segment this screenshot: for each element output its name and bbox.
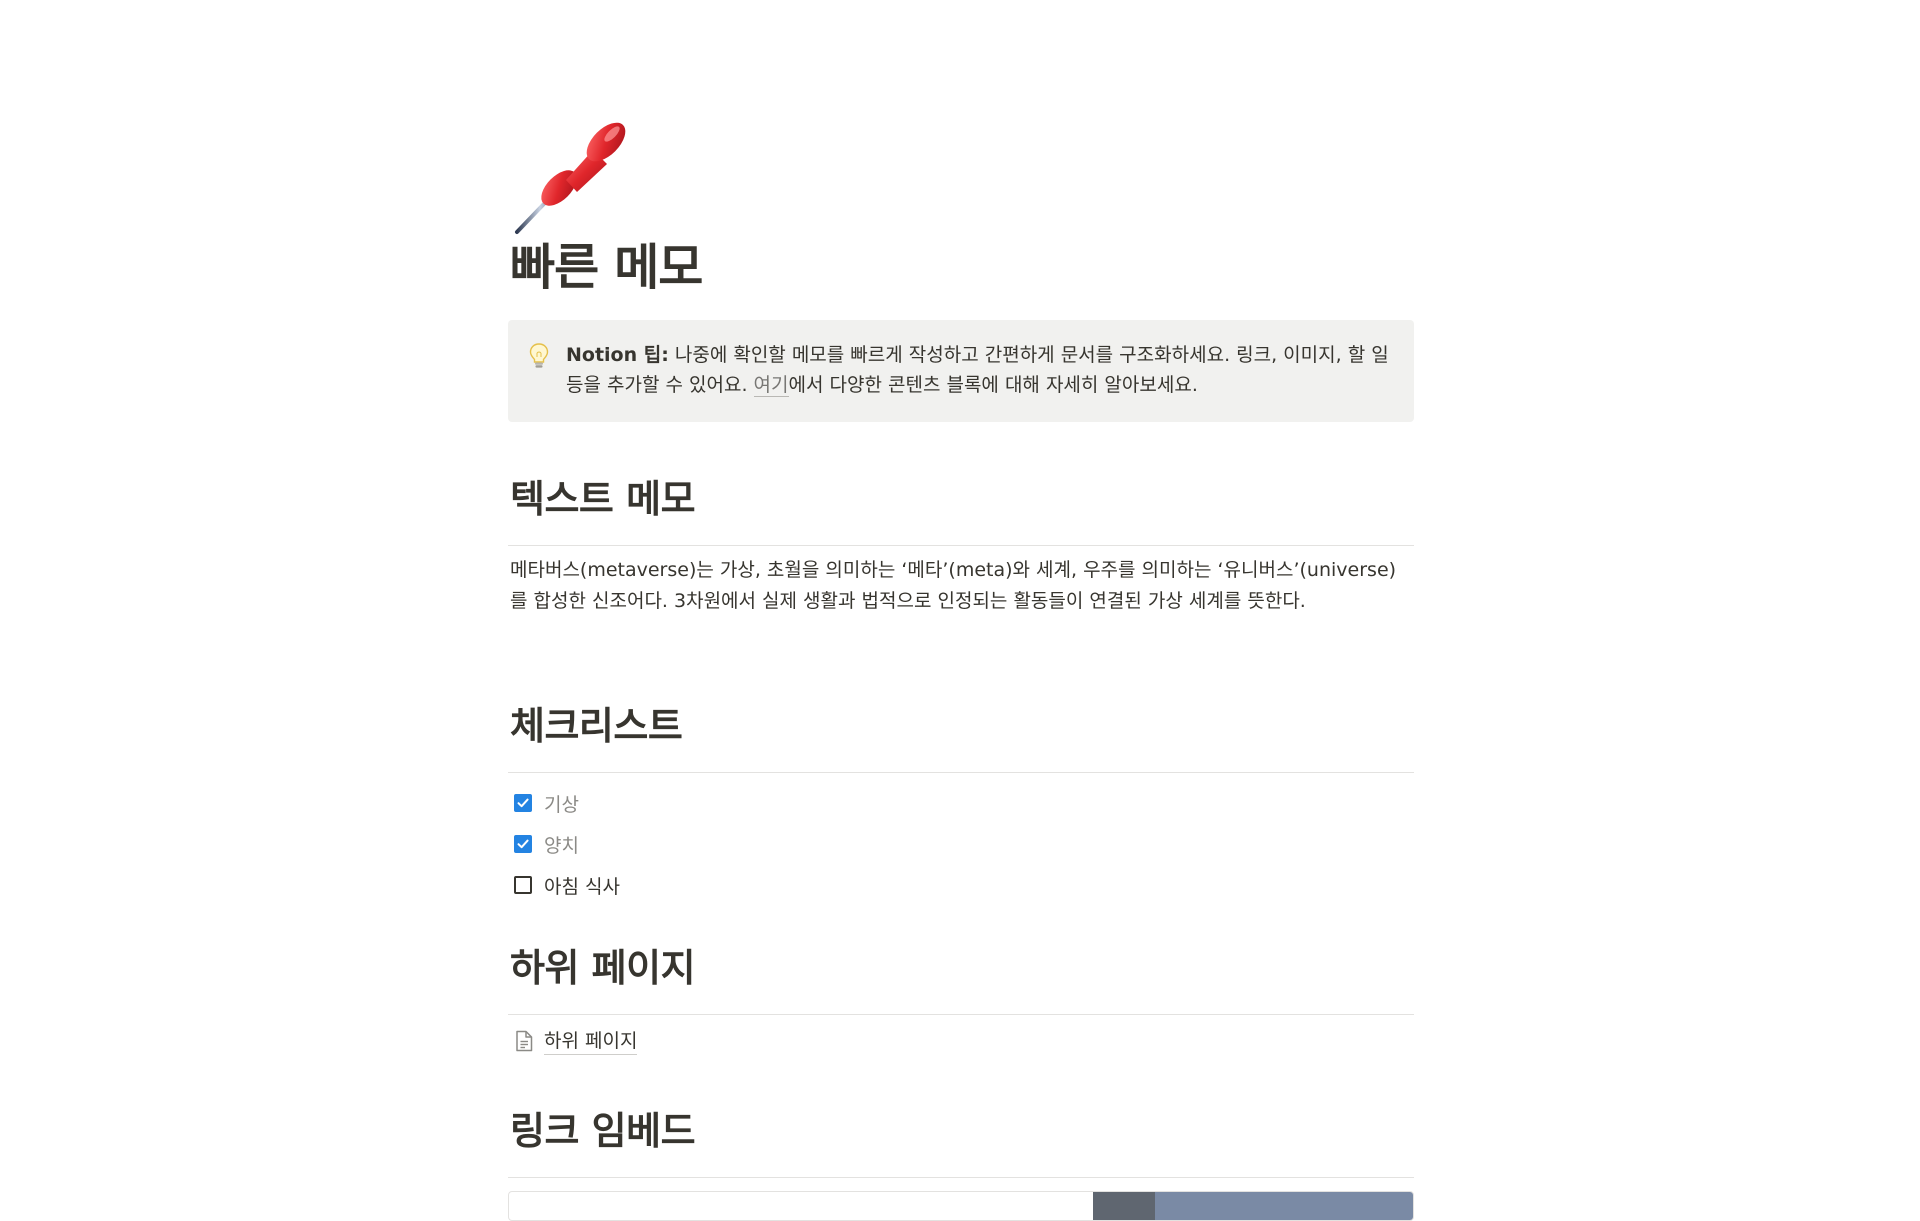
divider — [508, 1177, 1414, 1178]
checkbox-unchecked[interactable] — [514, 876, 532, 894]
checkmark-icon — [517, 798, 529, 808]
heading-checklist[interactable]: 체크리스트 — [510, 701, 683, 751]
subpage-link[interactable]: 하위 페이지 — [514, 1026, 638, 1056]
heading-link-embed[interactable]: 링크 임베드 — [510, 1106, 696, 1156]
subpage-label[interactable]: 하위 페이지 — [544, 1028, 638, 1055]
pushpin-icon[interactable] — [511, 110, 631, 235]
divider — [508, 545, 1414, 546]
callout-link[interactable]: 여기 — [753, 374, 789, 397]
todo-label[interactable]: 기상 — [544, 790, 579, 817]
divider — [508, 1014, 1414, 1015]
divider — [508, 772, 1414, 773]
callout-block[interactable]: Notion 팁: 나중에 확인할 메모를 빠르게 작성하고 간편하게 문서를 … — [508, 320, 1414, 422]
callout-label: Notion 팁: — [566, 344, 669, 366]
callout-text-part: 에서 다양한 콘텐츠 블록에 대해 자세히 알아보세요. — [788, 374, 1198, 396]
todo-label[interactable]: 양치 — [544, 831, 579, 858]
text-memo-paragraph[interactable]: 메타버스(metaverse)는 가상, 초월을 의미하는 ‘메타’(meta)… — [510, 555, 1410, 616]
checkbox-checked[interactable] — [514, 835, 532, 853]
checkbox-checked[interactable] — [514, 794, 532, 812]
checkmark-icon — [517, 839, 529, 849]
todo-item: 양치 — [514, 829, 579, 859]
callout-text: Notion 팁: 나중에 확인할 메모를 빠르게 작성하고 간편하게 문서를 … — [566, 340, 1394, 400]
todo-label[interactable]: 아침 식사 — [544, 872, 620, 899]
page-title[interactable]: 빠른 메모 — [510, 236, 703, 300]
todo-item: 아침 식사 — [514, 870, 620, 900]
embed-thumbnail-shade — [1093, 1192, 1155, 1220]
lightbulb-icon — [528, 342, 550, 370]
heading-subpages[interactable]: 하위 페이지 — [510, 943, 696, 993]
todo-item: 기상 — [514, 788, 579, 818]
document-icon — [514, 1030, 534, 1052]
embed-thumbnail — [1093, 1192, 1413, 1220]
link-embed-card[interactable] — [508, 1191, 1414, 1221]
heading-text-memo[interactable]: 텍스트 메모 — [510, 474, 696, 524]
